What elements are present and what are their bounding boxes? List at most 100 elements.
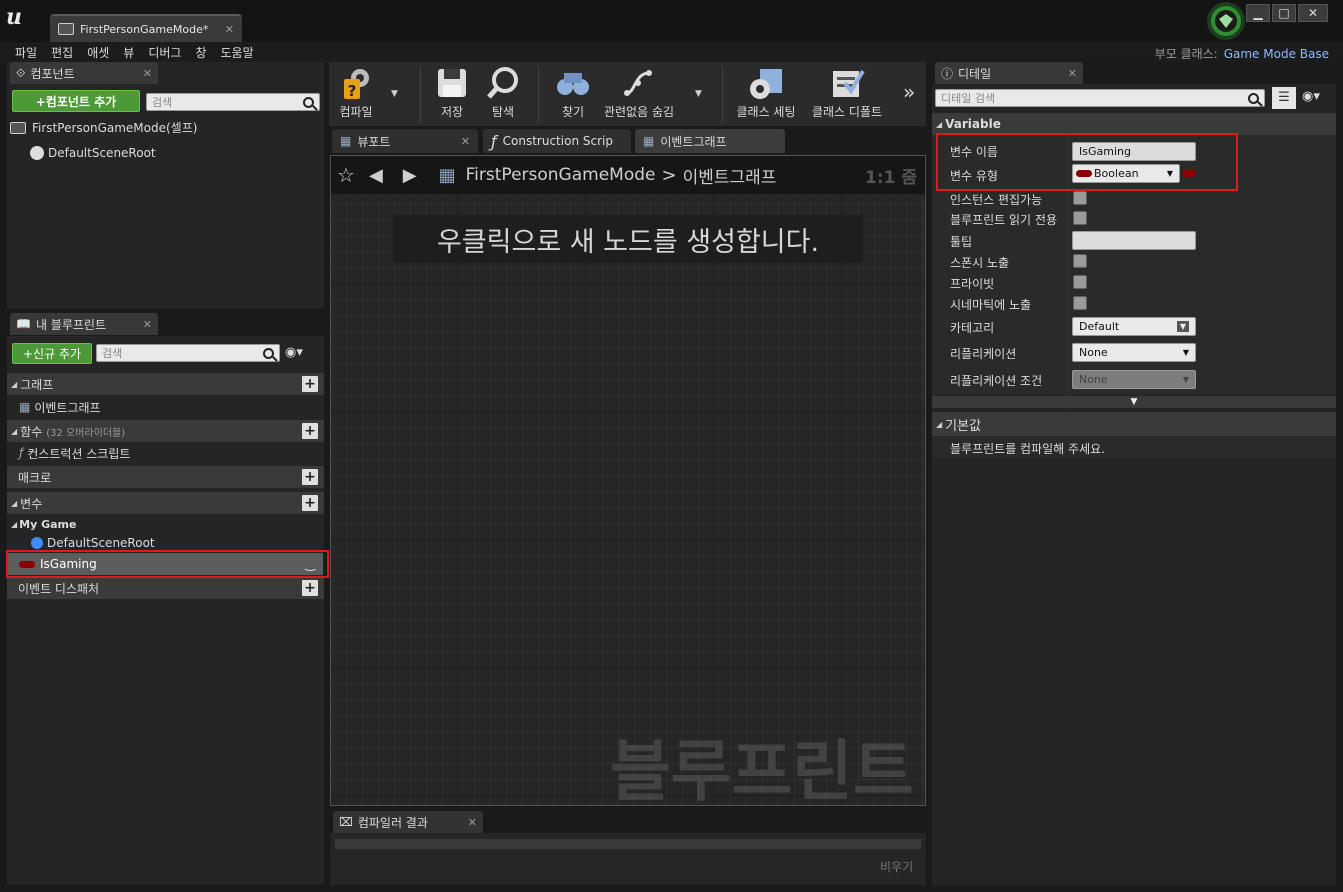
menu-asset[interactable]: 애셋 <box>80 44 116 61</box>
section-label: 기본값 <box>945 418 982 434</box>
save-icon <box>438 69 466 97</box>
find-button[interactable]: 찾기 <box>550 64 596 124</box>
blueprint-readonly-checkbox[interactable] <box>1073 211 1087 225</box>
graph-nav-bar: ☆ ◀ ▶ ▦ FirstPersonGameMode > 이벤트그래프 1:1… <box>331 156 925 194</box>
graph-icon: ▦ <box>19 400 31 414</box>
highlight-variable-name-type <box>936 133 1238 191</box>
tab-details[interactable]: ⓘ 디테일 ✕ <box>935 62 1083 84</box>
menu-help[interactable]: 도움말 <box>214 44 261 61</box>
menu-view[interactable]: 뷰 <box>116 44 141 61</box>
close-icon[interactable]: ✕ <box>143 318 152 331</box>
save-button[interactable]: 저장 <box>430 64 474 124</box>
tab-event-graph[interactable]: ▦ 이벤트그래프 <box>635 129 785 153</box>
chevron-down-icon: ▼ <box>1182 348 1189 357</box>
close-window-button[interactable]: ✕ <box>1298 4 1328 22</box>
instance-editable-checkbox[interactable] <box>1073 191 1087 205</box>
components-search-input[interactable]: 검색 <box>146 93 320 111</box>
close-icon[interactable]: ✕ <box>1068 67 1077 80</box>
advanced-expand-button[interactable]: ▼ <box>932 396 1336 408</box>
add-function-button[interactable]: + <box>302 423 318 439</box>
clear-button[interactable]: 비우기 <box>880 858 913 875</box>
section-label: Variable <box>945 117 1001 131</box>
close-icon[interactable]: ✕ <box>225 23 234 36</box>
close-icon[interactable]: ✕ <box>143 67 152 80</box>
category-variables[interactable]: ◢ 변수 + <box>7 492 324 514</box>
breadcrumb-root[interactable]: FirstPersonGameMode <box>466 165 656 185</box>
menu-file[interactable]: 파일 <box>8 44 44 61</box>
category-label: 이벤트 디스패처 <box>18 581 100 596</box>
add-dispatcher-button[interactable]: + <box>302 580 318 596</box>
parent-class-link[interactable]: Game Mode Base <box>1224 47 1329 61</box>
menu-debug[interactable]: 디버그 <box>141 44 188 61</box>
scene-component-icon <box>30 146 44 160</box>
hide-unrelated-button[interactable]: 관련없음 숨김 <box>596 64 682 124</box>
tab-compiler-results[interactable]: ⌧ 컴파일러 결과 ✕ <box>333 811 483 833</box>
add-new-button[interactable]: +신규 추가 <box>12 343 92 364</box>
add-variable-button[interactable]: + <box>302 495 318 511</box>
close-icon[interactable]: ✕ <box>468 816 477 829</box>
tab-my-blueprint-label: 내 블루프린트 <box>35 317 107 332</box>
variable-category-label: My Game <box>19 517 77 531</box>
expand-icon: ◢ <box>11 426 18 436</box>
category-label: 그래프 <box>20 377 54 392</box>
graph-icon: ▦ <box>643 134 655 148</box>
add-component-button[interactable]: +컴포넌트 추가 <box>12 90 140 112</box>
class-settings-button[interactable]: 클래스 세팅 <box>732 64 800 124</box>
graph-hint: 우클릭으로 새 노드를 생성합니다. <box>393 215 863 263</box>
section-default-value[interactable]: ◢ 기본값 <box>932 412 1336 436</box>
hide-unrelated-arrow-icon[interactable]: ▼ <box>695 89 702 99</box>
replication-select[interactable]: None ▼ <box>1072 343 1196 362</box>
class-defaults-button[interactable]: 클래스 디폴트 <box>808 64 886 124</box>
graph-item-event-graph[interactable]: ▦ 이벤트그래프 <box>7 396 324 418</box>
override-count[interactable]: (32 오버라이더블) <box>46 424 125 439</box>
category-select[interactable]: Default ▼ <box>1072 317 1196 336</box>
view-options-button[interactable]: ☰ <box>1272 87 1296 109</box>
chevron-down-icon: ▼ <box>1176 321 1189 332</box>
unreal-logo-icon[interactable]: u <box>6 4 34 34</box>
details-info-icon: ⓘ <box>941 66 954 81</box>
find-label: 찾기 <box>561 105 585 119</box>
category-functions[interactable]: ◢ 함수 (32 오버라이더블) + <box>7 420 324 442</box>
tab-my-blueprint[interactable]: 📖 내 블루프린트 ✕ <box>10 313 158 335</box>
compile-button[interactable]: ? 컴파일 <box>332 64 380 124</box>
add-macro-button[interactable]: + <box>302 469 318 485</box>
forward-arrow-icon[interactable]: ▶ <box>403 165 417 186</box>
chevron-down-icon: ▼ <box>1182 375 1189 384</box>
add-graph-button[interactable]: + <box>302 376 318 392</box>
find-icon <box>557 73 589 95</box>
tooltip-input[interactable] <box>1072 231 1196 250</box>
browse-button[interactable]: 탐색 <box>481 64 525 124</box>
tab-construction-script[interactable]: ƒ Construction Scrip <box>483 129 631 153</box>
menu-edit[interactable]: 편집 <box>44 44 80 61</box>
tab-components[interactable]: ⟐ 컴포넌트 ✕ <box>10 62 158 84</box>
eye-icon[interactable]: ◉▾ <box>1302 89 1320 104</box>
function-item-construction-script[interactable]: ƒ 컨스트럭션 스크립트 <box>7 442 324 464</box>
component-default-scene-root[interactable]: DefaultSceneRoot <box>30 146 156 160</box>
category-event-dispatchers[interactable]: 이벤트 디스패처 + <box>7 577 324 599</box>
tab-viewport[interactable]: ▦ 뷰포트 ✕ <box>332 129 478 153</box>
private-checkbox[interactable] <box>1073 275 1087 289</box>
back-arrow-icon[interactable]: ◀ <box>369 165 383 186</box>
replication-condition-select[interactable]: None ▼ <box>1072 370 1196 389</box>
document-tab[interactable]: FirstPersonGameMode* ✕ <box>50 14 242 42</box>
compile-options-arrow-icon[interactable]: ▼ <box>391 89 398 99</box>
category-label: 매크로 <box>18 470 52 485</box>
close-icon[interactable]: ✕ <box>461 135 470 148</box>
component-self[interactable]: FirstPersonGameMode(셀프) <box>10 119 197 136</box>
source-control-icon[interactable] <box>1200 0 1252 44</box>
expose-cinematics-checkbox[interactable] <box>1073 296 1087 310</box>
tooltip-label: 툴팁 <box>950 235 973 249</box>
category-macros[interactable]: 매크로 + <box>7 466 324 488</box>
toolbar-overflow-button[interactable]: » <box>903 80 915 104</box>
minimize-button[interactable]: ▁ <box>1246 4 1270 22</box>
star-icon[interactable]: ☆ <box>337 163 355 187</box>
menu-window[interactable]: 창 <box>188 44 213 61</box>
tab-label: 뷰포트 <box>357 134 391 149</box>
my-blueprint-search-input[interactable]: 검색 <box>96 344 280 362</box>
maximize-button[interactable]: □ <box>1272 4 1296 22</box>
expose-on-spawn-checkbox[interactable] <box>1073 254 1087 268</box>
details-search-input[interactable]: 디테일 검색 <box>935 89 1265 107</box>
eye-icon[interactable]: ◉▾ <box>285 345 303 360</box>
category-graphs[interactable]: ◢ 그래프 + <box>7 373 324 395</box>
section-variable[interactable]: ◢ Variable <box>932 113 1336 135</box>
